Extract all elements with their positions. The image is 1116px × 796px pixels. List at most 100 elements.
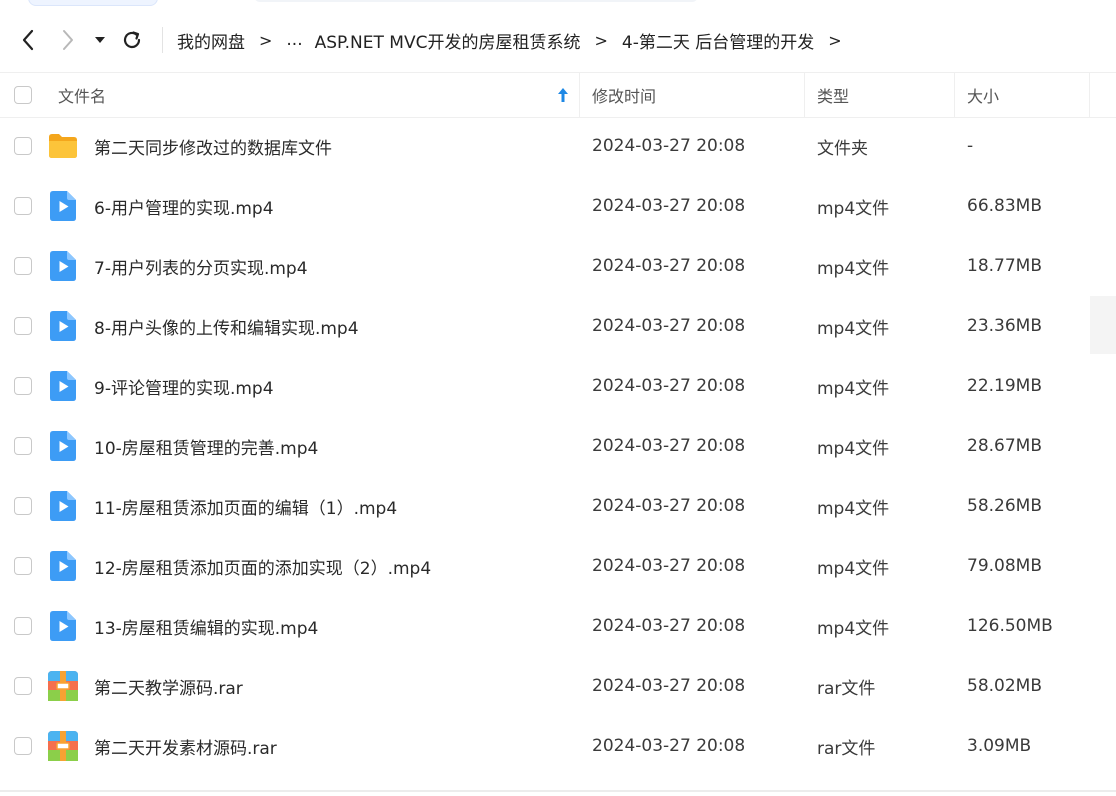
row-checkbox-cell — [0, 197, 46, 215]
file-modified-time: 2024-03-27 20:08 — [592, 616, 746, 636]
file-name[interactable]: 12-房屋租赁添加页面的添加实现（2）.mp4 — [94, 554, 431, 579]
file-name-cell: 12-房屋租赁添加页面的添加实现（2）.mp4 — [46, 551, 580, 581]
row-checkbox-cell — [0, 737, 46, 755]
file-size: 18.77MB — [967, 256, 1042, 276]
chevron-left-icon — [22, 29, 34, 51]
file-modified-time: 2024-03-27 20:08 — [592, 256, 746, 276]
search-bar-fragment[interactable] — [254, 0, 698, 2]
row-checkbox[interactable] — [14, 617, 32, 635]
video-file-icon — [48, 431, 78, 461]
file-name-cell: 7-用户列表的分页实现.mp4 — [46, 251, 580, 281]
video-file-icon — [48, 251, 78, 281]
row-checkbox[interactable] — [14, 317, 32, 335]
video-file-icon — [48, 551, 78, 581]
video-file-icon — [48, 491, 78, 521]
row-checkbox[interactable] — [14, 197, 32, 215]
sort-ascending-icon[interactable] — [557, 87, 569, 103]
file-row[interactable]: 10-房屋租赁管理的完善.mp4 2024-03-27 20:08 mp4文件 … — [0, 416, 1116, 476]
file-size: 126.50MB — [967, 616, 1053, 636]
file-row[interactable]: 11-房屋租赁添加页面的编辑（1）.mp4 2024-03-27 20:08 m… — [0, 476, 1116, 536]
file-size: 22.19MB — [967, 376, 1042, 396]
file-size: 79.08MB — [967, 556, 1042, 576]
file-row[interactable]: 13-房屋租赁编辑的实现.mp4 2024-03-27 20:08 mp4文件 … — [0, 596, 1116, 656]
file-name-cell: 第二天开发素材源码.rar — [46, 731, 580, 761]
row-checkbox[interactable] — [14, 377, 32, 395]
file-name[interactable]: 13-房屋租赁编辑的实现.mp4 — [94, 614, 318, 639]
file-row[interactable]: 第二天开发素材源码.rar 2024-03-27 20:08 rar文件 3.0… — [0, 716, 1116, 776]
header-modified[interactable]: 修改时间 — [580, 73, 805, 117]
file-size: 23.36MB — [967, 316, 1042, 336]
file-name[interactable]: 第二天教学源码.rar — [94, 674, 243, 699]
breadcrumb-folder-day2[interactable]: 4-第二天 后台管理的开发 — [622, 28, 814, 53]
video-file-icon — [48, 371, 78, 401]
file-size: - — [967, 136, 974, 156]
file-name[interactable]: 6-用户管理的实现.mp4 — [94, 194, 274, 219]
select-all-checkbox[interactable] — [14, 86, 32, 104]
file-modified-time: 2024-03-27 20:08 — [592, 136, 746, 156]
refresh-icon — [123, 31, 141, 49]
top-tab-fragment[interactable] — [28, 0, 158, 6]
file-name[interactable]: 10-房屋租赁管理的完善.mp4 — [94, 434, 318, 459]
top-strip — [0, 0, 1116, 8]
breadcrumb-separator: > — [259, 30, 273, 50]
row-checkbox[interactable] — [14, 257, 32, 275]
file-modified-time: 2024-03-27 20:08 — [592, 556, 746, 576]
file-name-cell: 13-房屋租赁编辑的实现.mp4 — [46, 611, 580, 641]
file-type: mp4文件 — [817, 258, 890, 279]
file-type: mp4文件 — [817, 498, 890, 519]
file-size: 58.26MB — [967, 496, 1042, 516]
file-row[interactable]: 第二天教学源码.rar 2024-03-27 20:08 rar文件 58.02… — [0, 656, 1116, 716]
file-row[interactable]: 8-用户头像的上传和编辑实现.mp4 2024-03-27 20:08 mp4文… — [0, 296, 1116, 356]
scrollbar-thumb[interactable] — [1090, 296, 1116, 354]
header-name[interactable]: 文件名 — [46, 73, 580, 117]
file-name[interactable]: 9-评论管理的实现.mp4 — [94, 374, 274, 399]
file-size: 28.67MB — [967, 436, 1042, 456]
file-name[interactable]: 第二天开发素材源码.rar — [94, 734, 277, 759]
file-name[interactable]: 7-用户列表的分页实现.mp4 — [94, 254, 308, 279]
file-name[interactable]: 第二天同步修改过的数据库文件 — [94, 134, 332, 159]
header-type[interactable]: 类型 — [805, 73, 955, 117]
file-row[interactable]: 6-用户管理的实现.mp4 2024-03-27 20:08 mp4文件 66.… — [0, 176, 1116, 236]
file-name-cell: 8-用户头像的上传和编辑实现.mp4 — [46, 311, 580, 341]
row-checkbox-cell — [0, 317, 46, 335]
folder-icon — [48, 131, 78, 161]
row-checkbox[interactable] — [14, 677, 32, 695]
breadcrumb-ellipsis[interactable]: ... — [286, 30, 302, 50]
file-modified-time: 2024-03-27 20:08 — [592, 496, 746, 516]
file-row[interactable]: 第二天同步修改过的数据库文件 2024-03-27 20:08 文件夹 - — [0, 116, 1116, 176]
file-list-header: 文件名 修改时间 类型 大小 — [0, 72, 1116, 118]
file-name[interactable]: 8-用户头像的上传和编辑实现.mp4 — [94, 314, 359, 339]
file-row[interactable]: 9-评论管理的实现.mp4 2024-03-27 20:08 mp4文件 22.… — [0, 356, 1116, 416]
row-checkbox[interactable] — [14, 737, 32, 755]
history-dropdown-button[interactable] — [88, 20, 112, 60]
file-name-cell: 第二天同步修改过的数据库文件 — [46, 131, 580, 161]
file-modified-time: 2024-03-27 20:08 — [592, 316, 746, 336]
file-type: mp4文件 — [817, 198, 890, 219]
refresh-button[interactable] — [112, 20, 152, 60]
file-size: 3.09MB — [967, 736, 1032, 756]
file-row[interactable]: 12-房屋租赁添加页面的添加实现（2）.mp4 2024-03-27 20:08… — [0, 536, 1116, 596]
file-row[interactable]: 7-用户列表的分页实现.mp4 2024-03-27 20:08 mp4文件 1… — [0, 236, 1116, 296]
forward-button[interactable] — [48, 20, 88, 60]
breadcrumb-separator: > — [594, 30, 608, 50]
row-checkbox[interactable] — [14, 437, 32, 455]
file-modified-time: 2024-03-27 20:08 — [592, 676, 746, 696]
file-name-cell: 第二天教学源码.rar — [46, 671, 580, 701]
file-name[interactable]: 11-房屋租赁添加页面的编辑（1）.mp4 — [94, 494, 397, 519]
file-type: rar文件 — [817, 678, 876, 699]
file-type: mp4文件 — [817, 378, 890, 399]
breadcrumb-root[interactable]: 我的网盘 — [177, 28, 245, 53]
row-checkbox-cell — [0, 437, 46, 455]
row-checkbox-cell — [0, 137, 46, 155]
breadcrumb-folder-system[interactable]: ASP.NET MVC开发的房屋租赁系统 — [315, 28, 581, 53]
header-size[interactable]: 大小 — [955, 73, 1090, 117]
row-checkbox[interactable] — [14, 497, 32, 515]
file-name-cell: 9-评论管理的实现.mp4 — [46, 371, 580, 401]
back-button[interactable] — [8, 20, 48, 60]
row-checkbox[interactable] — [14, 137, 32, 155]
nav-divider — [162, 27, 163, 53]
row-checkbox[interactable] — [14, 557, 32, 575]
file-type: mp4文件 — [817, 318, 890, 339]
breadcrumb-separator: > — [828, 30, 842, 50]
file-list: 第二天同步修改过的数据库文件 2024-03-27 20:08 文件夹 - 6-… — [0, 116, 1116, 776]
